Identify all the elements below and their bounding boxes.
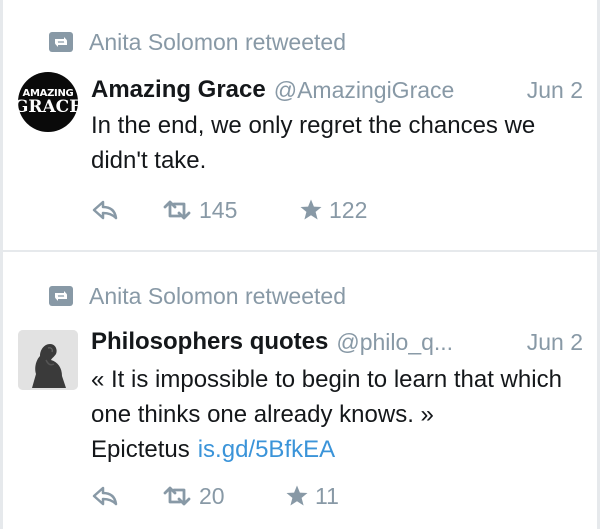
retweet-button[interactable]: 145 — [161, 197, 299, 224]
author-handle[interactable]: @philo_q... — [336, 329, 516, 356]
star-icon — [285, 484, 309, 508]
retweet-icon — [161, 199, 193, 221]
timeline: Anita Solomon retweeted AMAZING GRACE Am… — [0, 0, 600, 529]
reply-icon — [91, 200, 119, 220]
avatar[interactable]: AMAZING GRACE — [18, 72, 78, 132]
reply-button[interactable] — [91, 200, 161, 220]
thinker-statue-icon — [18, 330, 78, 390]
retweeted-by-label: Anita Solomon retweeted — [89, 282, 346, 309]
favorite-count: 11 — [315, 482, 339, 509]
author-name[interactable]: Philosophers quotes — [91, 328, 328, 356]
tweet-actions: 20 11 — [91, 478, 339, 514]
star-icon — [299, 198, 323, 222]
author-handle[interactable]: @AmazingiGrace — [274, 77, 517, 104]
reply-button[interactable] — [91, 486, 161, 506]
retweet-context-icon — [47, 30, 75, 54]
tweet-link[interactable]: is.gd/5BfkEA — [198, 436, 335, 463]
author-name[interactable]: Amazing Grace — [91, 76, 266, 104]
retweet-context-icon — [47, 284, 75, 308]
tweet-date[interactable]: Jun 2 — [527, 329, 583, 356]
retweet-count: 20 — [199, 482, 225, 509]
tweet-card[interactable]: Anita Solomon retweeted Philosophers quo… — [3, 252, 597, 529]
retweet-count: 145 — [199, 196, 238, 223]
tweet-header: Amazing Grace @AmazingiGrace Jun 2 — [91, 74, 583, 106]
tweet-text: In the end, we only regret the chances w… — [91, 108, 586, 178]
tweet-text-body: In the end, we only regret the chances w… — [91, 112, 536, 174]
tweet-actions: 145 122 — [91, 192, 367, 228]
tweet-card[interactable]: Anita Solomon retweeted AMAZING GRACE Am… — [3, 0, 597, 250]
tweet-header: Philosophers quotes @philo_q... Jun 2 — [91, 326, 583, 358]
retweet-icon — [161, 485, 193, 507]
tweet-text: « It is impossible to begin to learn tha… — [91, 362, 586, 467]
retweet-context[interactable]: Anita Solomon retweeted — [47, 28, 346, 56]
favorite-button[interactable]: 122 — [299, 197, 367, 224]
avatar[interactable] — [18, 330, 78, 390]
retweet-button[interactable]: 20 — [161, 483, 285, 510]
favorite-count: 122 — [329, 196, 368, 223]
reply-icon — [91, 486, 119, 506]
retweeted-by-label: Anita Solomon retweeted — [89, 28, 346, 55]
tweet-date[interactable]: Jun 2 — [527, 77, 583, 104]
favorite-button[interactable]: 11 — [285, 483, 339, 510]
avatar-logo-line2: GRACE — [18, 97, 78, 117]
retweet-context[interactable]: Anita Solomon retweeted — [47, 282, 346, 310]
